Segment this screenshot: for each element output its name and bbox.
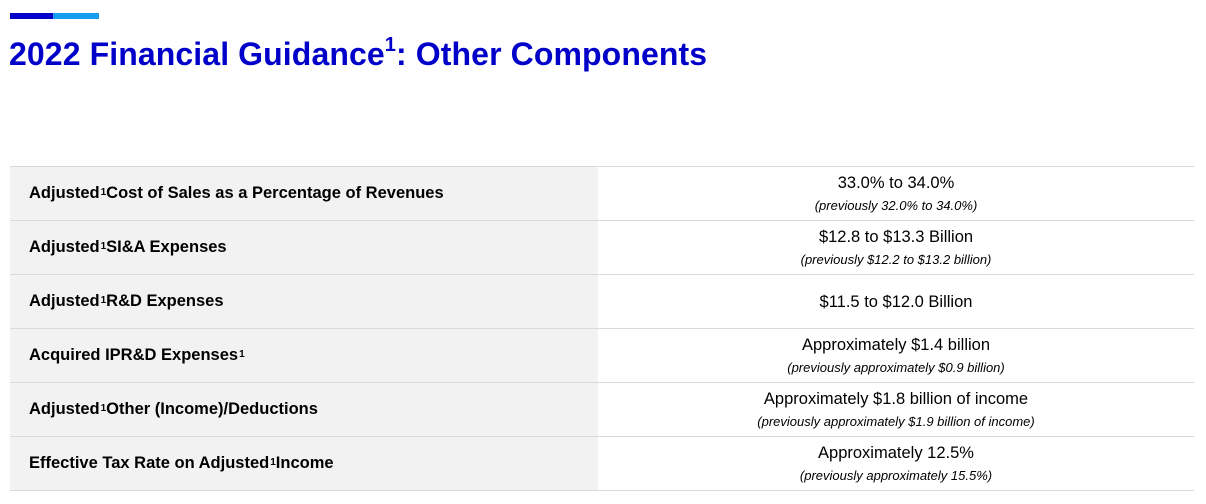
previous-guidance-note: (previously $12.2 to $13.2 billion) <box>800 251 992 267</box>
row-label-text-suffix: Other (Income)/Deductions <box>106 400 318 418</box>
row-label: Effective Tax Rate on Adjusted 1 Income <box>10 437 598 490</box>
page-title-footnote-marker: 1 <box>384 34 397 56</box>
row-value: Approximately 12.5% (previously approxim… <box>598 437 1194 490</box>
row-label-text: Acquired IPR&D Expenses <box>29 346 239 364</box>
row-label-text-suffix: R&D Expenses <box>106 292 224 310</box>
row-label-text: Adjusted <box>29 184 100 202</box>
row-label-text-suffix: Cost of Sales as a Percentage of Revenue… <box>106 184 444 202</box>
row-label-text: Adjusted <box>29 292 100 310</box>
row-value: 33.0% to 34.0% (previously 32.0% to 34.0… <box>598 167 1194 220</box>
footnote-marker: 1 <box>270 457 276 468</box>
table-row: Adjusted 1 Other (Income)/Deductions Appr… <box>10 383 1194 437</box>
page-title: 2022 Financial Guidance1: Other Componen… <box>9 34 708 73</box>
row-value: $11.5 to $12.0 Billion <box>598 275 1194 328</box>
footnote-marker: 1 <box>100 403 107 414</box>
table-row: Adjusted 1 SI&A Expenses $12.8 to $13.3 B… <box>10 221 1194 275</box>
table-row: Effective Tax Rate on Adjusted 1 Income A… <box>10 437 1194 491</box>
accent-bar-dark-segment <box>10 13 53 19</box>
guidance-value: $12.8 to $13.3 Billion <box>818 227 974 246</box>
row-label-text: Adjusted <box>29 238 100 256</box>
footnote-marker: 1 <box>100 241 107 252</box>
table-row: Acquired IPR&D Expenses 1 Approximately $… <box>10 329 1194 383</box>
page-title-suffix: : Other Components <box>396 36 708 72</box>
row-label: Adjusted 1 Cost of Sales as a Percentage … <box>10 167 598 220</box>
row-label: Adjusted 1 SI&A Expenses <box>10 221 598 274</box>
row-label-text: Effective Tax Rate on Adjusted <box>29 454 270 472</box>
previous-guidance-note: (previously approximately 15.5%) <box>799 467 993 483</box>
title-accent-bar <box>10 13 99 19</box>
row-label: Adjusted 1 Other (Income)/Deductions <box>10 383 598 436</box>
table-row: Adjusted 1 R&D Expenses $11.5 to $12.0 Bi… <box>10 275 1194 329</box>
row-label-text: Adjusted <box>29 400 100 418</box>
row-value: $12.8 to $13.3 Billion (previously $12.2… <box>598 221 1194 274</box>
row-label-text-suffix: Income <box>275 454 334 472</box>
guidance-value: $11.5 to $12.0 Billion <box>819 292 973 311</box>
previous-guidance-note: (previously approximately $0.9 billion) <box>787 359 1005 375</box>
previous-guidance-note: (previously 32.0% to 34.0%) <box>814 197 978 213</box>
footnote-marker: 1 <box>100 295 107 306</box>
guidance-value: Approximately $1.4 billion <box>801 335 991 354</box>
row-label-text-suffix: SI&A Expenses <box>106 238 227 256</box>
guidance-value: Approximately $1.8 billion of income <box>763 389 1029 408</box>
row-label: Acquired IPR&D Expenses 1 <box>10 329 598 382</box>
footnote-marker: 1 <box>239 349 245 360</box>
footnote-marker: 1 <box>100 187 107 198</box>
previous-guidance-note: (previously approximately $1.9 billion o… <box>757 413 1035 429</box>
row-value: Approximately $1.8 billion of income (pr… <box>598 383 1194 436</box>
guidance-table: Adjusted 1 Cost of Sales as a Percentage … <box>10 166 1194 491</box>
accent-bar-light-segment <box>53 13 99 19</box>
row-value: Approximately $1.4 billion (previously a… <box>598 329 1194 382</box>
table-row: Adjusted 1 Cost of Sales as a Percentage … <box>10 167 1194 221</box>
guidance-value: 33.0% to 34.0% <box>837 173 955 192</box>
guidance-value: Approximately 12.5% <box>818 443 974 462</box>
page-title-text: 2022 Financial Guidance <box>9 36 385 72</box>
row-label: Adjusted 1 R&D Expenses <box>10 275 598 328</box>
